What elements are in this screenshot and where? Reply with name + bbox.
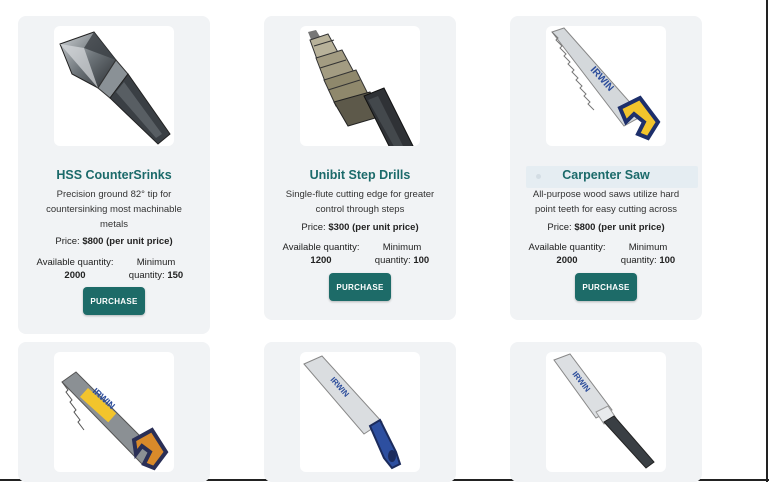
product-price: Price: $800 (per unit price): [55, 236, 173, 247]
product-card: IRWIN: [264, 342, 456, 482]
minimum-quantity: 100: [659, 255, 676, 266]
purchase-button[interactable]: PURCHASE: [575, 273, 637, 301]
product-image[interactable]: [54, 26, 174, 146]
minimum-quantity: 150: [167, 270, 184, 281]
product-title: Carpenter Saw: [562, 168, 650, 182]
irwin-hand-saw-icon: IRWIN: [61, 371, 169, 471]
product-card: Unibit Step Drills Single-flute cutting …: [264, 16, 456, 320]
product-title: Unibit Step Drills: [309, 168, 411, 182]
product-description: Precision ground 82° tip for countersink…: [46, 189, 182, 230]
product-image[interactable]: IRWIN: [54, 352, 174, 472]
product-title: HSS CounterSrinks: [56, 168, 172, 182]
product-image[interactable]: IRWIN: [546, 26, 666, 146]
product-description: All-purpose wood saws utilize hard point…: [532, 189, 680, 215]
window-right-border: [766, 0, 768, 482]
pull-saw-icon: IRWIN: [303, 355, 402, 470]
available-quantity: 2000: [64, 270, 86, 281]
product-card: HSS CounterSrinks Precision ground 82° t…: [18, 16, 210, 334]
product-image[interactable]: IRWIN: [546, 352, 666, 472]
available-quantity: 1200: [310, 255, 332, 266]
product-description: Single-flute cutting edge for greater co…: [285, 189, 435, 215]
product-card: IRWIN Carpenter Saw All-purpose wood saw…: [510, 16, 702, 320]
product-price: Price: $300 (per unit price): [301, 222, 419, 233]
flush-cut-saw-icon: IRWIN: [553, 353, 655, 469]
product-card: IRWIN: [18, 342, 210, 482]
product-card: IRWIN: [510, 342, 702, 482]
hand-saw-icon: IRWIN: [551, 27, 661, 141]
purchase-button[interactable]: PURCHASE: [83, 287, 145, 315]
minimum-quantity: 100: [413, 255, 430, 266]
available-quantity: 2000: [556, 255, 578, 266]
product-image[interactable]: [300, 26, 420, 146]
purchase-button[interactable]: PURCHASE: [329, 273, 391, 301]
step-drill-icon: [308, 30, 414, 146]
countersink-bit-icon: [59, 31, 171, 145]
product-image[interactable]: IRWIN: [300, 352, 420, 472]
product-price: Price: $800 (per unit price): [547, 222, 665, 233]
